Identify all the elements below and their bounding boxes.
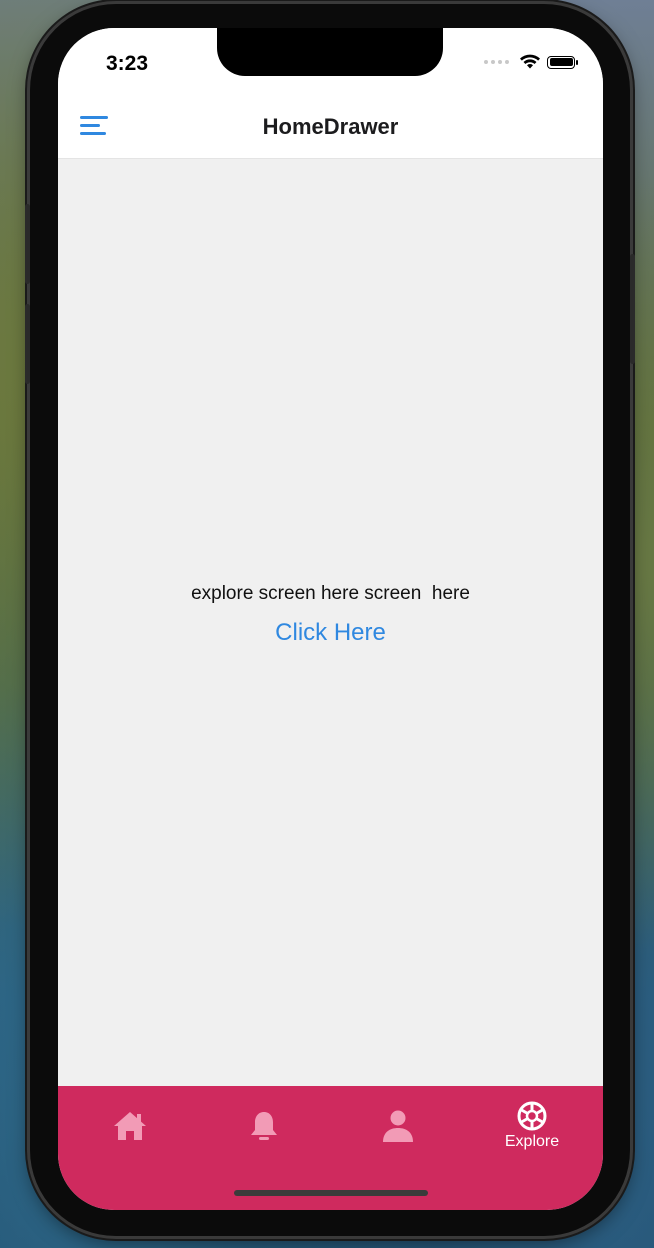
tab-explore-label: Explore	[504, 1133, 560, 1150]
battery-icon	[547, 55, 578, 69]
tab-explore[interactable]: Explore	[464, 1086, 600, 1166]
device-notch	[217, 28, 443, 76]
volume-button	[25, 304, 30, 384]
tab-home[interactable]	[62, 1086, 198, 1166]
home-indicator	[234, 1190, 428, 1196]
main-content: explore screen here screen here Click He…	[58, 159, 603, 1086]
app-header: HomeDrawer	[58, 98, 603, 159]
home-icon	[114, 1112, 146, 1140]
power-button	[630, 254, 635, 364]
volume-button	[25, 204, 30, 284]
tab-profile[interactable]	[330, 1086, 466, 1166]
tab-notifications[interactable]	[196, 1086, 332, 1166]
page-title: HomeDrawer	[262, 114, 399, 139]
status-indicators	[484, 54, 578, 70]
explore-message: explore screen here screen here	[191, 583, 470, 604]
person-icon	[383, 1110, 413, 1142]
signal-dots-icon	[484, 60, 509, 64]
app-screen: 3:23 HomeDrawer explore screen here scre…	[58, 28, 603, 1210]
aperture-icon	[517, 1101, 547, 1131]
click-here-link[interactable]: Click Here	[58, 619, 603, 647]
bell-icon	[251, 1112, 277, 1140]
wifi-icon	[520, 54, 540, 69]
status-time: 3:23	[106, 52, 149, 75]
bottom-tab-bar: Explore	[58, 1086, 603, 1210]
